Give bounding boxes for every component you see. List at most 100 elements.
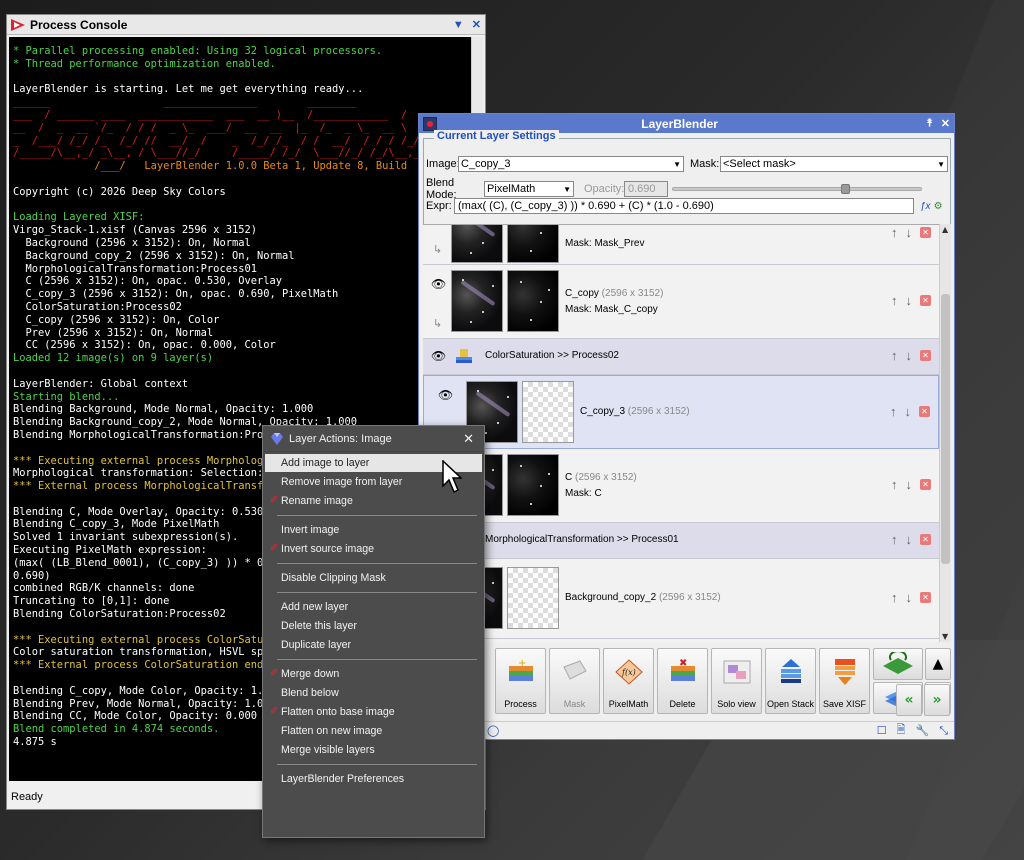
- wrench-icon[interactable]: 🔧: [915, 724, 929, 737]
- menu-item[interactable]: Invert image: [265, 521, 482, 539]
- process-console-titlebar[interactable]: Process Console ▼ ✕: [7, 15, 485, 35]
- pixelmath-button[interactable]: f(x) PixelMath: [603, 648, 654, 714]
- move-layer-up-icon[interactable]: ↑: [891, 590, 898, 605]
- process-layer-row[interactable]: 👁MorphologicalTransformation >> Process0…: [423, 523, 939, 559]
- move-layer-up-icon[interactable]: ↑: [891, 225, 898, 240]
- layer-mask-thumbnail[interactable]: [507, 270, 559, 332]
- pixinsight-logo-icon: [11, 18, 25, 31]
- menu-item[interactable]: Disable Clipping Mask: [265, 569, 482, 587]
- menu-item[interactable]: Delete this layer: [265, 617, 482, 635]
- layer-image-thumbnail[interactable]: [451, 225, 503, 263]
- move-layer-down-icon[interactable]: ↓: [906, 477, 913, 492]
- solo-view-button[interactable]: Solo view: [711, 648, 762, 714]
- move-layer-down-icon[interactable]: ↓: [906, 590, 913, 605]
- menu-item[interactable]: ✐ Invert source image: [265, 540, 482, 558]
- image-layer-row[interactable]: 👁C (2596 x 3152)Mask: C↑↓✕: [423, 449, 939, 523]
- opacity-field[interactable]: 0.690: [624, 181, 668, 197]
- move-layer-up-icon[interactable]: ↑: [891, 293, 898, 308]
- menu-item[interactable]: Blend below: [265, 684, 482, 702]
- close-button[interactable]: ✕: [941, 117, 950, 130]
- shade-button[interactable]: ▼: [453, 19, 464, 31]
- menu-close-button[interactable]: ✕: [463, 431, 474, 447]
- image-layer-row[interactable]: 👁Background_copy_2 (2596 x 3152)↑↓✕: [423, 559, 939, 639]
- layer-size: (2596 x 3152): [625, 406, 690, 417]
- menu-item[interactable]: Merge visible layers: [265, 741, 482, 759]
- delete-layer-icon[interactable]: ✕: [920, 479, 931, 490]
- dropdown-arrow-icon: ▼: [563, 184, 571, 194]
- visibility-eye-icon[interactable]: 👁: [431, 277, 446, 291]
- delete-button[interactable]: ✖ Delete: [657, 648, 708, 714]
- visibility-eye-icon[interactable]: 👁: [431, 349, 446, 363]
- save-xisf-button[interactable]: Save XISF: [819, 648, 870, 714]
- menu-item[interactable]: ✐ Rename image: [265, 492, 482, 510]
- menu-item-label: LayerBlender Preferences: [281, 773, 405, 785]
- new-instance-icon[interactable]: ◯: [487, 724, 499, 737]
- pin-button[interactable]: ⯭: [926, 117, 933, 130]
- expand-all-button[interactable]: »: [924, 684, 950, 716]
- move-layer-down-icon[interactable]: ↓: [906, 532, 913, 547]
- delete-layer-icon[interactable]: ✕: [920, 227, 931, 238]
- close-button[interactable]: ✕: [472, 18, 481, 31]
- delete-layer-icon: ✖: [671, 658, 695, 681]
- resize-icon[interactable]: ⤡: [939, 724, 948, 738]
- process-layer-row[interactable]: 👁 ColorSaturation >> Process02 ↑ ↓ ✕: [423, 339, 939, 375]
- delete-layer-icon[interactable]: ✕: [920, 350, 931, 361]
- image-layer-row[interactable]: ↳ Mask: Mask_Prev ↑ ↓ ✕: [423, 225, 939, 265]
- opacity-slider[interactable]: [672, 184, 922, 194]
- image-label: Image:: [426, 158, 460, 170]
- menu-item[interactable]: LayerBlender Preferences: [265, 770, 482, 788]
- delete-layer-icon[interactable]: ✕: [919, 406, 930, 417]
- document-icon[interactable]: 🗎: [897, 721, 906, 740]
- scrollbar-thumb[interactable]: [941, 294, 950, 564]
- move-up-button[interactable]: ▲: [925, 648, 951, 680]
- scroll-down-icon[interactable]: ▼: [942, 632, 948, 641]
- move-layer-up-icon[interactable]: ↑: [891, 348, 898, 363]
- move-layer-down-icon[interactable]: ↓: [906, 293, 913, 308]
- scroll-up-icon[interactable]: ▲: [942, 225, 948, 234]
- menu-item[interactable]: ✐ Flatten onto base image: [265, 703, 482, 721]
- svg-text:✖: ✖: [679, 658, 687, 669]
- menu-item[interactable]: Duplicate layer: [265, 636, 482, 654]
- layerblender-window: LayerBlender ⯭ ✕ Current Layer Settings …: [418, 113, 955, 740]
- opacity-slider-knob[interactable]: [840, 184, 850, 194]
- refresh-blend-button[interactable]: [873, 648, 923, 680]
- image-layer-row[interactable]: 👁 ↳ C_copy (2596 x 3152) Mask: Mask_C_copy ↑…: [423, 265, 939, 339]
- image-select[interactable]: C_copy_3 ▼: [458, 156, 684, 172]
- move-layer-down-icon[interactable]: ↓: [906, 225, 913, 240]
- menu-item[interactable]: Add new layer: [265, 598, 482, 616]
- expression-field[interactable]: (max( (C), (C_copy_3) )) * 0.690 + (C) *…: [454, 198, 914, 214]
- move-layer-up-icon[interactable]: ↑: [891, 477, 898, 492]
- function-icon[interactable]: ƒx: [920, 201, 931, 212]
- delete-layer-icon[interactable]: ✕: [920, 592, 931, 603]
- menu-item[interactable]: Flatten on new image: [265, 722, 482, 740]
- layerblender-app-icon: [423, 116, 437, 131]
- square-icon[interactable]: ☐: [877, 724, 887, 737]
- layer-mask-thumbnail[interactable]: [507, 454, 559, 516]
- delete-layer-icon[interactable]: ✕: [920, 295, 931, 306]
- image-layer-row[interactable]: 👁 C_copy_3 (2596 x 3152) ↑ ↓ ✕: [423, 375, 939, 449]
- visibility-eye-icon[interactable]: 👁: [438, 388, 453, 402]
- collapse-all-button[interactable]: «: [896, 684, 922, 716]
- clipping-mask-arrow-icon: ↳: [433, 318, 443, 330]
- layer-image-thumbnail[interactable]: [451, 270, 503, 332]
- move-layer-down-icon[interactable]: ↓: [905, 404, 912, 419]
- layer-mask-thumbnail[interactable]: [507, 225, 559, 263]
- process-button[interactable]: + Process: [495, 648, 546, 714]
- move-layer-up-icon[interactable]: ↑: [891, 532, 898, 547]
- delete-layer-icon[interactable]: ✕: [920, 534, 931, 545]
- menu-item[interactable]: ✐ Merge down: [265, 665, 482, 683]
- layer-mask-thumbnail[interactable]: [507, 567, 559, 629]
- expression-tools-icon[interactable]: ⚙: [934, 201, 943, 212]
- console-line: ___ / ______ ____ ____________ ___ __ )_…: [13, 108, 408, 121]
- blend-mode-select[interactable]: PixelMath ▼: [484, 181, 574, 197]
- mask-button[interactable]: Mask: [549, 648, 600, 714]
- open-stack-button[interactable]: Open Stack: [765, 648, 816, 714]
- color-saturation-icon: [455, 347, 473, 365]
- layer-name: Background_copy_2: [565, 592, 657, 603]
- layer-mask-thumbnail[interactable]: [522, 381, 574, 443]
- mask-select[interactable]: <Select mask> ▼: [720, 156, 948, 172]
- move-layer-down-icon[interactable]: ↓: [906, 348, 913, 363]
- pin-icon: ✐: [270, 706, 279, 717]
- move-layer-up-icon[interactable]: ↑: [890, 404, 897, 419]
- layer-list-scrollbar[interactable]: ▲ ▼: [939, 224, 951, 642]
